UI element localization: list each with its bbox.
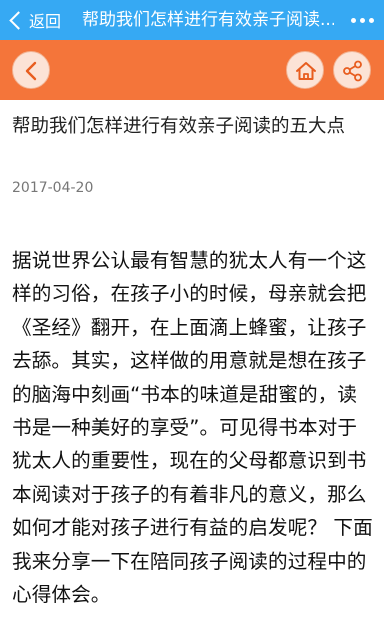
article-title: 帮助我们怎样进行有效亲子阅读的五大点: [12, 116, 346, 137]
home-button[interactable]: [286, 51, 324, 89]
nav-back-button[interactable]: [12, 51, 50, 89]
article-nav-bar: [0, 40, 384, 100]
page-title: 帮助我们怎样进行有效亲子阅读...: [82, 10, 334, 30]
article-body: 据说世界公认最有智慧的犹太人有一个这样的习俗，在孩子小的时候，母亲就会把《圣经》…: [12, 249, 373, 607]
more-dots-icon[interactable]: [351, 0, 374, 40]
share-button[interactable]: [333, 51, 371, 89]
share-icon: [343, 60, 362, 82]
chevron-left-icon: [9, 10, 28, 30]
back-label: 返回: [29, 12, 62, 31]
article-date: 2017-04-20: [12, 180, 94, 196]
chevron-left-icon: [25, 61, 37, 81]
home-icon: [296, 62, 316, 80]
browser-top-bar: 返回 帮助我们怎样进行有效亲子阅读...: [0, 0, 384, 40]
back-link[interactable]: 返回: [6, 0, 61, 40]
